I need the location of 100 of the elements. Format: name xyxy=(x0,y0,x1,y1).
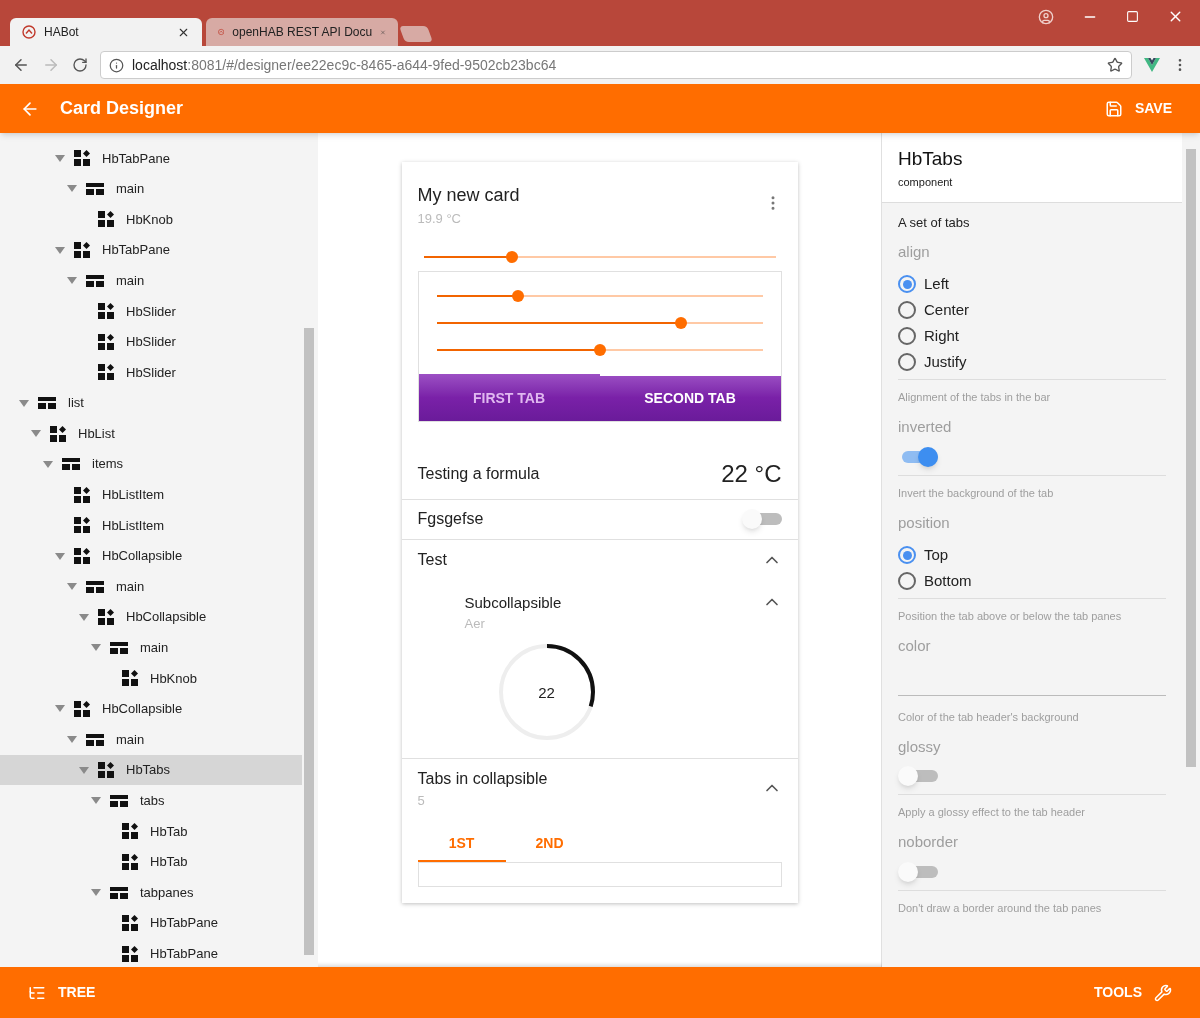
tree-item[interactable]: tabs xyxy=(0,785,302,817)
app-title: Card Designer xyxy=(60,97,184,120)
tree-item[interactable]: HbKnob xyxy=(0,663,302,694)
item-title[interactable]: Tabs in collapsible xyxy=(417,766,548,791)
layout-icon xyxy=(110,886,128,899)
toggle-switch[interactable] xyxy=(898,766,938,786)
tree-item[interactable]: HbCollapsible xyxy=(0,540,302,572)
radio-button[interactable] xyxy=(898,546,916,564)
browser-tab[interactable]: openHAB REST API Docu xyxy=(206,18,398,46)
caret-icon[interactable] xyxy=(19,399,29,407)
caret-icon[interactable] xyxy=(91,644,101,652)
tree-item[interactable]: HbTabPane xyxy=(0,234,302,266)
tree-item[interactable]: HbTab xyxy=(0,816,302,847)
property-help: Alignment of the tabs in the bar xyxy=(898,391,1051,403)
maximize-icon[interactable] xyxy=(1126,10,1139,23)
caret-icon[interactable] xyxy=(91,797,101,805)
tree-item[interactable]: main xyxy=(0,265,302,296)
caret-icon[interactable] xyxy=(67,185,77,193)
radio-button[interactable] xyxy=(898,301,916,319)
toggle-switch[interactable] xyxy=(898,861,938,882)
caret-icon[interactable] xyxy=(91,889,101,897)
radio-button[interactable] xyxy=(898,327,916,345)
tree-item[interactable]: HbTab xyxy=(0,846,302,878)
tree-item[interactable]: tabpanes xyxy=(0,877,302,908)
item-label[interactable]: Test xyxy=(417,547,447,572)
reload-icon[interactable] xyxy=(72,57,88,73)
caret-icon[interactable] xyxy=(67,277,77,285)
tab[interactable]: FIRST TAB xyxy=(418,373,600,421)
star-icon[interactable] xyxy=(1107,57,1123,73)
slider-thumb[interactable] xyxy=(505,250,518,263)
widgets-icon xyxy=(98,303,114,320)
tree-item[interactable]: list xyxy=(0,387,302,419)
tab[interactable]: SECOND TAB xyxy=(599,373,781,421)
caret-icon[interactable] xyxy=(67,583,77,591)
tree-item[interactable]: main xyxy=(0,632,302,664)
tree-item[interactable]: HbTabPane xyxy=(0,938,302,967)
tree-item[interactable]: HbKnob xyxy=(0,204,302,235)
tree-item[interactable]: HbListItem xyxy=(0,479,302,511)
widgets-icon xyxy=(122,823,138,840)
profile-icon[interactable] xyxy=(1038,8,1054,25)
layout-icon xyxy=(86,182,104,195)
tree-item[interactable]: HbSlider xyxy=(0,295,302,327)
tree-item[interactable]: HbSlider xyxy=(0,357,302,388)
radio-button[interactable] xyxy=(898,353,916,371)
address-field[interactable]: localhost:8081/#/designer/ee22ec9c-8465-a644-9fed-9502cb23bc64 xyxy=(100,51,1132,79)
slider-thumb[interactable] xyxy=(593,343,606,356)
slider-thumb[interactable] xyxy=(675,316,687,329)
tree-item[interactable]: HbCollapsible xyxy=(0,601,302,633)
caret-icon[interactable] xyxy=(55,552,65,560)
scrollbar[interactable] xyxy=(1186,149,1196,767)
tree-item[interactable]: HbListItem xyxy=(0,510,302,541)
card-subtitle: 19.9 °C xyxy=(417,210,462,228)
back-icon[interactable] xyxy=(12,56,30,74)
widgets-icon xyxy=(122,853,138,870)
widgets-icon xyxy=(74,486,90,503)
radio-button[interactable] xyxy=(898,275,916,293)
caret-icon[interactable] xyxy=(79,613,89,621)
url-text: localhost:8081/#/designer/ee22ec9c-8465-a644-9fed-9502cb23bc64 xyxy=(132,55,558,75)
caret-icon[interactable] xyxy=(55,154,65,162)
tree-item[interactable]: HbCollapsible xyxy=(0,693,302,725)
item-title[interactable]: Subcollapsible xyxy=(464,591,562,614)
tree-item[interactable]: HbTabPane xyxy=(0,907,302,939)
toggle-switch[interactable] xyxy=(741,509,782,529)
tree-item[interactable]: main xyxy=(0,571,302,602)
save-icon xyxy=(1104,99,1123,118)
caret-icon[interactable] xyxy=(31,430,41,438)
widgets-icon xyxy=(98,609,114,626)
caret-icon[interactable] xyxy=(79,766,89,774)
component-description: A set of tabs xyxy=(898,214,971,232)
tree-item[interactable]: HbList xyxy=(0,418,302,449)
radio-label: Right xyxy=(924,325,960,346)
extension-icon[interactable] xyxy=(1144,58,1160,72)
new-tab-button[interactable] xyxy=(399,26,433,42)
caret-icon[interactable] xyxy=(67,736,77,744)
info-icon xyxy=(109,57,124,73)
tree-item[interactable]: items xyxy=(0,448,302,480)
item-subtitle: 5 xyxy=(417,791,426,810)
tree-item[interactable]: main xyxy=(0,724,302,755)
radio-label: Left xyxy=(924,273,950,294)
layout-icon xyxy=(86,274,104,287)
tree-item[interactable]: HbSlider xyxy=(0,326,302,358)
widgets-icon xyxy=(122,915,138,932)
tree-item[interactable]: main xyxy=(0,173,302,205)
property-help: Apply a glossy effect to the tab header xyxy=(898,806,1085,818)
caret-icon[interactable] xyxy=(55,246,65,254)
slider-thumb[interactable] xyxy=(512,289,524,302)
radio-button[interactable] xyxy=(898,572,916,590)
property-help: Color of the tab header's background xyxy=(898,710,1079,723)
scrollbar[interactable] xyxy=(304,328,314,955)
browser-tab[interactable]: HABot xyxy=(10,18,202,46)
tree-item[interactable]: HbTabs xyxy=(0,754,302,786)
tree-item[interactable]: HbTabPane xyxy=(0,143,302,174)
layout-icon xyxy=(110,641,128,654)
knob-dial[interactable] xyxy=(496,641,597,742)
item-label: Testing a formula xyxy=(417,464,540,484)
caret-icon[interactable] xyxy=(43,460,53,468)
widgets-icon xyxy=(98,211,114,228)
forward-icon[interactable] xyxy=(42,56,60,74)
property-name: align xyxy=(898,241,931,262)
caret-icon[interactable] xyxy=(55,705,65,713)
